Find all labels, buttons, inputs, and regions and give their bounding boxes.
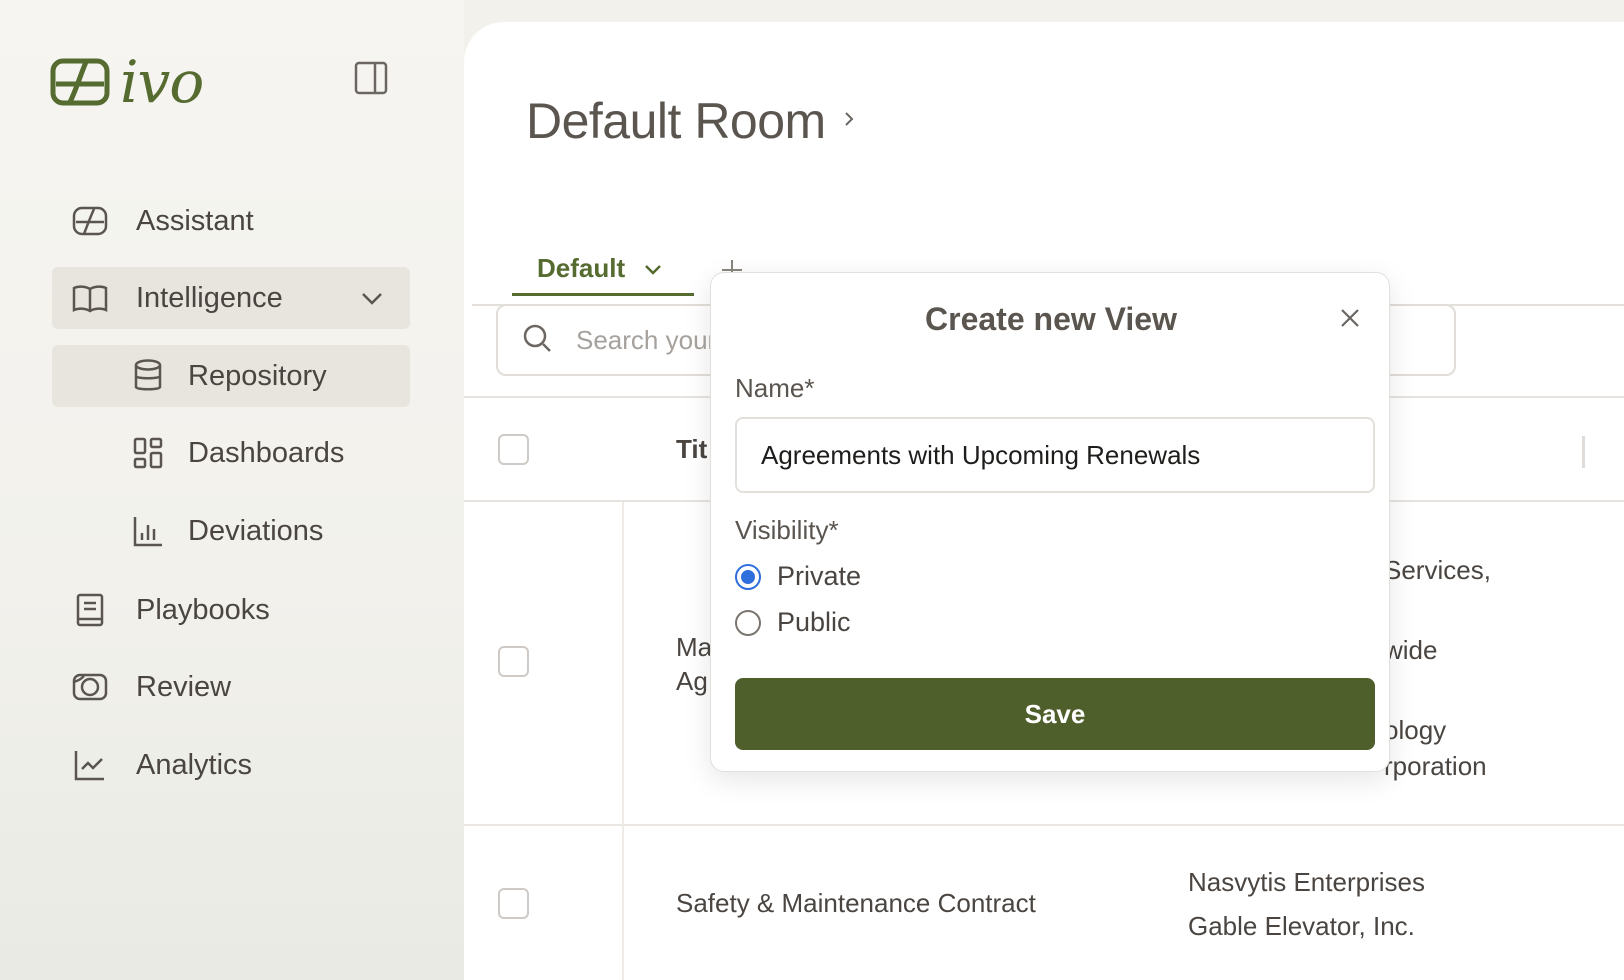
visibility-option-public[interactable]: Public bbox=[735, 607, 851, 638]
sidebar-item-label: Repository bbox=[188, 359, 327, 392]
database-icon bbox=[128, 356, 168, 396]
option-label: Private bbox=[777, 561, 862, 591]
row-checkbox[interactable] bbox=[498, 888, 529, 919]
bar-chart-icon bbox=[128, 511, 168, 551]
sidebar-item-label: Assistant bbox=[136, 204, 254, 237]
view-name-input[interactable] bbox=[735, 417, 1375, 493]
sidebar-item-playbooks[interactable]: Playbooks bbox=[52, 579, 410, 641]
search-icon bbox=[522, 323, 552, 358]
page-title: Default Room bbox=[526, 93, 826, 149]
create-view-dialog: Create new View Name* Visibility* Privat… bbox=[710, 272, 1390, 772]
row-title: Safety & Maintenance Contract bbox=[676, 888, 1036, 918]
column-divider bbox=[622, 502, 624, 824]
book-open-icon bbox=[70, 278, 110, 318]
column-divider bbox=[622, 826, 624, 980]
radio-public[interactable] bbox=[735, 609, 761, 636]
row-party: Nasvytis Enterprises bbox=[1188, 867, 1425, 897]
row-checkbox[interactable] bbox=[498, 646, 529, 677]
table-row[interactable]: Safety & Maintenance Contract Nasvytis E… bbox=[464, 826, 1624, 980]
sidebar-item-deviations[interactable]: Deviations bbox=[52, 500, 410, 562]
row-party: Services, bbox=[1384, 555, 1491, 585]
sidebar-item-review[interactable]: Review bbox=[52, 656, 410, 718]
row-party: Gable Elevator, Inc. bbox=[1188, 911, 1415, 941]
notebook-icon bbox=[70, 590, 110, 630]
sidebar-toggle-icon bbox=[354, 61, 388, 95]
sidebar-item-label: Analytics bbox=[136, 748, 253, 781]
close-icon bbox=[1341, 309, 1359, 327]
layout-grid-icon bbox=[128, 433, 168, 473]
sidebar-item-label: Intelligence bbox=[136, 281, 283, 314]
chevron-down-icon bbox=[360, 285, 384, 318]
row-title-line: Ma bbox=[676, 632, 713, 662]
sidebar-item-assistant[interactable]: Assistant bbox=[52, 190, 410, 252]
line-chart-icon bbox=[70, 745, 110, 785]
visibility-option-private[interactable]: Private bbox=[735, 561, 861, 592]
sidebar-item-dashboards[interactable]: Dashboards bbox=[52, 422, 410, 484]
row-party: ology bbox=[1384, 715, 1447, 745]
row-title-line: Ag bbox=[676, 666, 708, 696]
collapse-sidebar-button[interactable] bbox=[353, 60, 389, 96]
row-party: rporation bbox=[1384, 751, 1487, 781]
assistant-icon bbox=[70, 201, 110, 241]
visibility-label: Visibility* bbox=[735, 515, 839, 545]
review-icon bbox=[70, 667, 110, 707]
sidebar-item-label: Playbooks bbox=[136, 593, 270, 626]
sidebar-item-analytics[interactable]: Analytics bbox=[52, 734, 410, 796]
breadcrumb[interactable]: Default Room bbox=[526, 92, 856, 150]
sidebar: ivo Assistant Intelligence Repository Da… bbox=[0, 0, 464, 980]
radio-private[interactable] bbox=[735, 563, 761, 590]
chevron-down-icon bbox=[643, 253, 663, 284]
sidebar-item-label: Dashboards bbox=[188, 436, 345, 469]
dialog-title: Create new View bbox=[925, 301, 1177, 337]
sidebar-item-label: Review bbox=[136, 670, 232, 703]
save-button[interactable]: Save bbox=[735, 678, 1375, 750]
option-label: Public bbox=[777, 607, 851, 637]
column-resize-handle[interactable] bbox=[1582, 436, 1585, 468]
row-party: wide bbox=[1384, 635, 1438, 665]
sidebar-item-intelligence[interactable]: Intelligence bbox=[52, 267, 410, 329]
tab-default[interactable]: Default bbox=[512, 244, 694, 296]
sidebar-item-label: Deviations bbox=[188, 514, 324, 547]
logo[interactable]: ivo bbox=[50, 48, 204, 116]
name-label: Name* bbox=[735, 373, 815, 403]
select-all-checkbox[interactable] bbox=[498, 434, 529, 465]
chevron-right-icon bbox=[842, 109, 856, 134]
close-dialog-button[interactable] bbox=[1339, 307, 1363, 331]
brand-name: ivo bbox=[120, 48, 204, 116]
column-header-title[interactable]: Tit bbox=[676, 434, 707, 465]
sidebar-item-repository[interactable]: Repository bbox=[52, 345, 410, 407]
tab-label: Default bbox=[537, 253, 626, 283]
ivo-logo-icon bbox=[50, 58, 110, 106]
